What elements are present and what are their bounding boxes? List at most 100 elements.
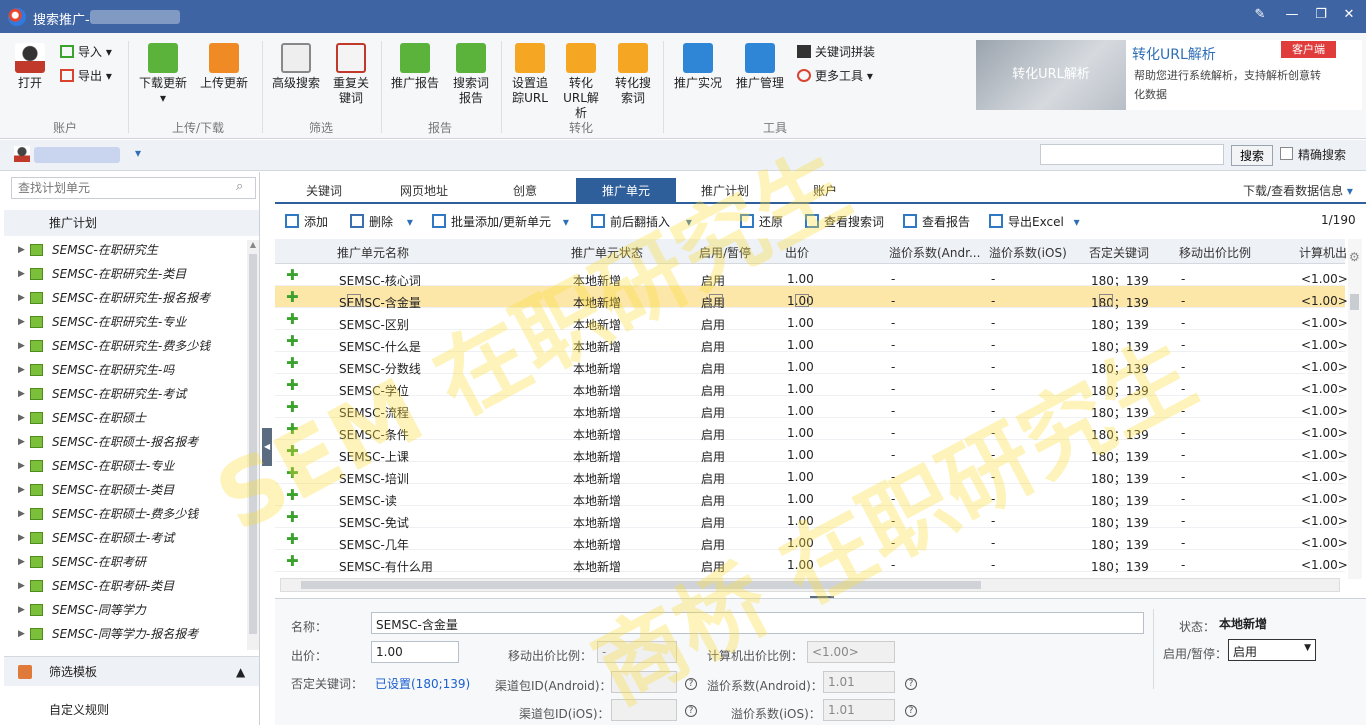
table-row[interactable]: ✚ SEMSC-分数线 本地新增 启用 1.00- -180；139- <1.00> bbox=[275, 352, 1348, 376]
tab-campaigns[interactable]: 推广计划 bbox=[677, 178, 773, 204]
global-search-input[interactable] bbox=[1040, 144, 1224, 165]
table-row[interactable]: ✚ SEMSC-条件 本地新增 启用 1.00- -180；139- <1.00> bbox=[275, 418, 1348, 442]
edit-icon[interactable]: ✎ bbox=[1251, 7, 1269, 23]
keyword-combine-button[interactable]: 关键词拼装 bbox=[797, 43, 875, 60]
edit-icon[interactable] bbox=[709, 294, 723, 307]
table-row[interactable]: ✚ SEMSC-有什么用 本地新增 启用 1.00 - - 180；139 - <1.00> bbox=[275, 550, 1348, 574]
more-tools-button[interactable]: 更多工具 ▾ bbox=[797, 67, 873, 84]
add-row-icon[interactable]: ✚ bbox=[286, 376, 299, 394]
table-row[interactable]: ✚ SEMSC-什么是 本地新增 启用 1.00- -180；139- <1.00> bbox=[275, 330, 1348, 354]
minimize-icon[interactable]: — bbox=[1283, 7, 1301, 23]
add-row-icon[interactable]: ✚ bbox=[286, 288, 299, 306]
tree-item[interactable]: ▶ SEMSC-在职研究生 bbox=[4, 238, 247, 262]
grid-hscroll[interactable] bbox=[280, 578, 1340, 592]
tab-keywords[interactable]: 关键词 bbox=[275, 178, 373, 204]
enable-select[interactable]: 启用 ▼ bbox=[1228, 639, 1316, 661]
expand-arrow-icon[interactable]: ▶ bbox=[18, 382, 25, 406]
expand-arrow-icon[interactable]: ▶ bbox=[18, 406, 25, 430]
column-header[interactable]: 出价 bbox=[785, 244, 809, 261]
add-row-icon[interactable]: ✚ bbox=[286, 354, 299, 372]
duplicate-keyword-button[interactable]: 重复关键词 bbox=[328, 43, 374, 106]
view-search-terms-button[interactable]: 查看搜索词 bbox=[805, 213, 884, 230]
android-id-help-icon[interactable]: ? bbox=[685, 675, 697, 690]
tab-creatives[interactable]: 创意 bbox=[475, 178, 575, 204]
add-button[interactable]: 添加 bbox=[285, 213, 328, 230]
expand-arrow-icon[interactable]: ▶ bbox=[18, 454, 25, 478]
filter-template-panel[interactable]: 筛选模板 ▲ bbox=[4, 656, 259, 686]
expand-arrow-icon[interactable]: ▶ bbox=[18, 526, 25, 550]
edit-icon[interactable] bbox=[795, 294, 809, 307]
expand-arrow-icon[interactable]: ▶ bbox=[18, 238, 25, 262]
add-row-icon[interactable]: ✚ bbox=[286, 508, 299, 526]
expand-arrow-icon[interactable]: ▶ bbox=[18, 310, 25, 334]
table-row[interactable]: ✚ SEMSC-区别 本地新增 启用 1.00- -180；139- <1.00> bbox=[275, 308, 1348, 332]
promotion-manage-button[interactable]: 推广管理 bbox=[733, 43, 787, 91]
promotion-live-button[interactable]: 推广实况 bbox=[672, 43, 724, 91]
download-data-info[interactable]: 下载/查看数据信息 ▾ bbox=[1233, 178, 1363, 204]
add-row-icon[interactable]: ✚ bbox=[286, 266, 299, 284]
tree-item[interactable]: ▶ SEMSC-在职研究生-报名报考 bbox=[4, 286, 247, 310]
tab-urls[interactable]: 网页地址 bbox=[375, 178, 473, 204]
tree-item[interactable]: ▶ SEMSC-在职硕士 bbox=[4, 406, 247, 430]
ios-rate-help-icon[interactable]: ? bbox=[905, 702, 917, 717]
tree-item[interactable]: ▶ SEMSC-同等学力 bbox=[4, 598, 247, 622]
tree-item[interactable]: ▶ SEMSC-在职研究生-吗 bbox=[4, 358, 247, 382]
account-selector-blurred[interactable] bbox=[34, 147, 120, 163]
batch-add-button[interactable]: 批量添加/更新单元 ▾ bbox=[432, 213, 569, 230]
add-row-icon[interactable]: ✚ bbox=[286, 552, 299, 570]
add-row-icon[interactable]: ✚ bbox=[286, 310, 299, 328]
tree-item[interactable]: ▶ SEMSC-在职硕士-报名报考 bbox=[4, 430, 247, 454]
expand-arrow-icon[interactable]: ▶ bbox=[18, 502, 25, 526]
import-button[interactable]: 导入 ▾ bbox=[60, 43, 112, 60]
table-row[interactable]: ✚ SEMSC-读 本地新增 启用 1.00- -180；139- <1.00> bbox=[275, 484, 1348, 508]
convert-url-button[interactable]: 转化URL解析 bbox=[558, 43, 604, 121]
android-rate-help-icon[interactable]: ? bbox=[905, 675, 917, 690]
negative-keyword-link[interactable]: 已设置(180;139) bbox=[375, 675, 470, 692]
search-button[interactable]: 搜索 bbox=[1231, 145, 1273, 166]
add-row-icon[interactable]: ✚ bbox=[286, 332, 299, 350]
column-header[interactable]: 溢价系数(iOS) bbox=[989, 244, 1067, 261]
upload-update-button[interactable]: 上传更新 bbox=[198, 43, 250, 91]
add-row-icon[interactable]: ✚ bbox=[286, 464, 299, 482]
column-header[interactable]: 否定关键词 bbox=[1089, 244, 1149, 261]
delete-button[interactable]: 删除 ▾ bbox=[350, 213, 413, 230]
collapse-arrow-icon[interactable]: ▲ bbox=[236, 657, 245, 687]
table-row[interactable]: ✚ SEMSC-学位 本地新增 启用 1.00- -180；139- <1.00> bbox=[275, 374, 1348, 398]
table-row[interactable]: ✚ SEMSC-几年 本地新增 启用 1.00- -180；139- <1.00> bbox=[275, 528, 1348, 552]
grid-vscroll[interactable] bbox=[1348, 239, 1362, 579]
custom-rule-item[interactable]: 自定义规则 bbox=[4, 695, 259, 725]
download-update-button[interactable]: 下载更新 ▾ bbox=[137, 43, 189, 106]
tree-item[interactable]: ▶ SEMSC-在职考研 bbox=[4, 550, 247, 574]
table-row[interactable]: ✚ SEMSC-上课 本地新增 启用 1.00- -180；139- <1.00> bbox=[275, 440, 1348, 464]
tree-item[interactable]: ▶ SEMSC-在职研究生-类目 bbox=[4, 262, 247, 286]
tree-scrollbar[interactable]: ▲ bbox=[247, 240, 259, 650]
column-header[interactable]: 溢价系数(Andr... bbox=[889, 244, 980, 261]
expand-arrow-icon[interactable]: ▶ bbox=[18, 478, 25, 502]
expand-arrow-icon[interactable]: ▶ bbox=[18, 574, 25, 598]
search-icon[interactable]: ⌕ bbox=[236, 179, 243, 194]
set-tracking-url-button[interactable]: 设置追踪URL bbox=[508, 43, 552, 106]
open-button[interactable]: 打开 bbox=[12, 43, 48, 91]
exact-search-checkbox[interactable] bbox=[1280, 147, 1293, 160]
column-header[interactable]: 推广单元状态 bbox=[571, 244, 643, 261]
expand-arrow-icon[interactable]: ▶ bbox=[18, 358, 25, 382]
expand-arrow-icon[interactable]: ▶ bbox=[18, 262, 25, 286]
tree-item[interactable]: ▶ SEMSC-在职硕士-类目 bbox=[4, 478, 247, 502]
add-row-icon[interactable]: ✚ bbox=[286, 420, 299, 438]
tree-item[interactable]: ▶ SEMSC-在职硕士-专业 bbox=[4, 454, 247, 478]
tree-item[interactable]: ▶ SEMSC-同等学力-报名报考 bbox=[4, 622, 247, 646]
expand-arrow-icon[interactable]: ▶ bbox=[18, 550, 25, 574]
column-header[interactable]: 推广单元名称 bbox=[337, 244, 409, 261]
expand-arrow-icon[interactable]: ▶ bbox=[18, 286, 25, 310]
view-report-button[interactable]: 查看报告 bbox=[903, 213, 970, 230]
expand-arrow-icon[interactable]: ▶ bbox=[18, 598, 25, 622]
edit-icon[interactable] bbox=[347, 294, 361, 307]
tree-item[interactable]: ▶ SEMSC-在职考研-类目 bbox=[4, 574, 247, 598]
column-header[interactable]: 移动出价比例 bbox=[1179, 244, 1251, 261]
export-excel-button[interactable]: 导出Excel ▾ bbox=[989, 213, 1080, 230]
plan-search-input[interactable] bbox=[11, 177, 256, 199]
search-term-report-button[interactable]: 搜索词报告 bbox=[448, 43, 494, 106]
tree-item[interactable]: ▶ SEMSC-在职硕士-考试 bbox=[4, 526, 247, 550]
table-row[interactable]: ✚ SEMSC-培训 本地新增 启用 1.00- -180；139- <1.00> bbox=[275, 462, 1348, 486]
table-row[interactable]: ✚ SEMSC-免试 本地新增 启用 1.00- -180；139- <1.00> bbox=[275, 506, 1348, 530]
